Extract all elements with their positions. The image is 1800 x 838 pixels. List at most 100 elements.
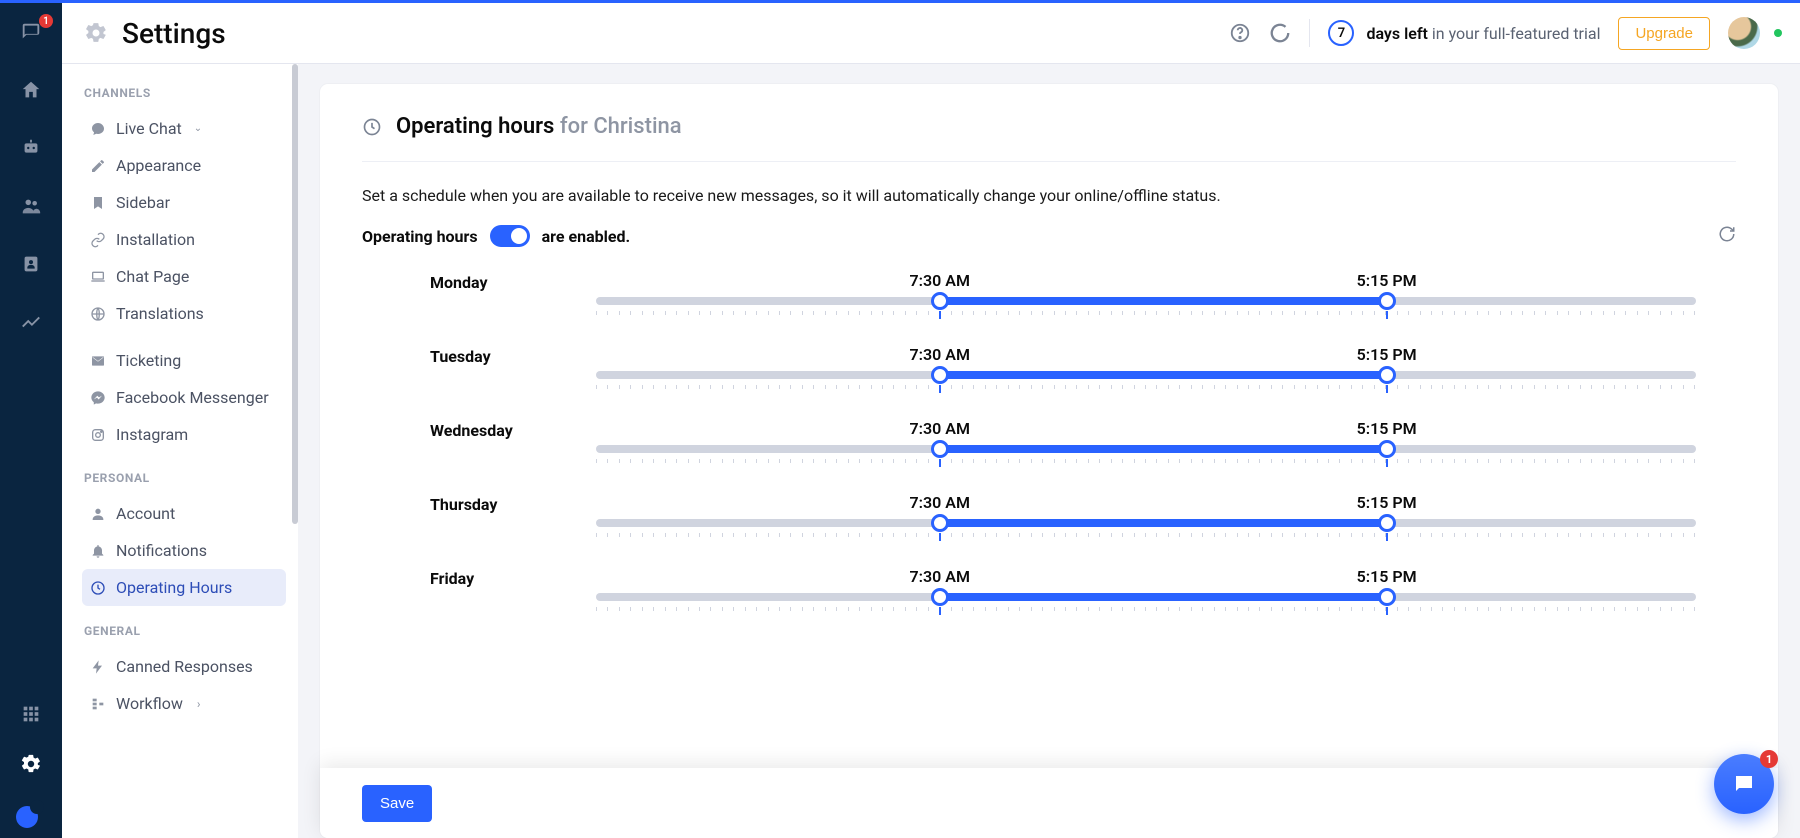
marker-end — [1386, 533, 1388, 541]
sidebar-item-label: Workflow — [116, 694, 183, 713]
chat-fab[interactable]: 1 — [1714, 754, 1774, 814]
sidebar-scrollbar-thumb[interactable] — [292, 64, 298, 524]
sidebar-scrollbar[interactable] — [292, 64, 300, 838]
sidebar-item-label: Operating Hours — [116, 578, 232, 597]
slider-fill — [940, 519, 1387, 527]
account-icon — [90, 506, 106, 522]
end-time: 5:15 PM — [1357, 493, 1417, 512]
time-rail: 7:30 AM 5:15 PM — [596, 421, 1696, 453]
sidebar-item-label: Sidebar — [116, 193, 170, 212]
sidebar-item-notifications[interactable]: Notifications — [82, 532, 286, 569]
brand-logo[interactable] — [16, 798, 46, 828]
sync-icon[interactable] — [1269, 22, 1291, 44]
schedule-list: Monday 7:30 AM 5:15 PM Tuesday 7:30 AM 5… — [362, 273, 1736, 838]
top-accent-bar — [0, 0, 1800, 3]
start-time: 7:30 AM — [910, 273, 970, 290]
clock-icon — [362, 117, 382, 137]
sidebar-item-canned[interactable]: Canned Responses — [82, 648, 286, 685]
start-time: 7:30 AM — [910, 567, 970, 586]
time-slider[interactable] — [596, 445, 1696, 453]
chat-fab-badge: 1 — [1760, 750, 1778, 768]
slider-handle-end[interactable] — [1378, 366, 1396, 384]
time-slider[interactable] — [596, 371, 1696, 379]
trial-text: days left in your full-featured trial — [1366, 24, 1600, 43]
people-icon[interactable] — [15, 190, 47, 222]
tick-row — [596, 311, 1696, 317]
refresh-icon[interactable] — [1718, 225, 1736, 247]
inbox-icon[interactable]: 1 — [15, 16, 47, 48]
settings-icon[interactable] — [15, 748, 47, 780]
main-header: Operating hours for Christina — [362, 114, 1736, 162]
sidebar-item-label: Live Chat — [116, 119, 182, 138]
slider-handle-start[interactable] — [931, 366, 949, 384]
day-label: Tuesday — [362, 347, 556, 366]
time-rail: 7:30 AM 5:15 PM — [596, 569, 1696, 601]
end-time: 5:15 PM — [1357, 567, 1417, 586]
marker-start — [939, 385, 941, 393]
trial-days-circle: 7 — [1328, 20, 1354, 46]
home-icon[interactable] — [15, 74, 47, 106]
sidebar-item-operating-hours[interactable]: Operating Hours — [82, 569, 286, 606]
bot-icon[interactable] — [15, 132, 47, 164]
sidebar-item-live-chat[interactable]: Live Chat ⌄ — [82, 110, 286, 147]
marker-end — [1386, 385, 1388, 393]
tick-row — [596, 533, 1696, 539]
sidebar-item-translations[interactable]: Translations — [82, 295, 286, 332]
day-label: Thursday — [362, 495, 556, 514]
sidebar-item-fb-messenger[interactable]: Facebook Messenger — [82, 379, 286, 416]
sidebar-item-instagram[interactable]: Instagram — [82, 416, 286, 453]
sidebar-item-label: Chat Page — [116, 267, 189, 286]
time-slider[interactable] — [596, 519, 1696, 527]
messenger-icon — [90, 390, 106, 406]
help-icon[interactable] — [1229, 22, 1251, 44]
slider-handle-end[interactable] — [1378, 514, 1396, 532]
chevron-right-icon: › — [197, 697, 201, 711]
contacts-icon[interactable] — [15, 248, 47, 280]
time-rail: 7:30 AM 5:15 PM — [596, 347, 1696, 379]
gear-icon — [84, 21, 108, 45]
main-panel: Operating hours for Christina Set a sche… — [320, 84, 1778, 838]
slider-handle-end[interactable] — [1378, 440, 1396, 458]
day-row: Monday 7:30 AM 5:15 PM — [362, 273, 1736, 305]
sidebar-item-workflow[interactable]: Workflow › — [82, 685, 286, 722]
marker-end — [1386, 459, 1388, 467]
save-button[interactable]: Save — [362, 785, 432, 822]
sidebar-item-chat-page[interactable]: Chat Page — [82, 258, 286, 295]
chevron-down-icon: ⌄ — [194, 123, 202, 134]
slider-handle-start[interactable] — [931, 514, 949, 532]
sidebar-header-channels: CHANNELS — [84, 86, 286, 100]
operating-hours-toggle[interactable] — [490, 225, 530, 247]
instagram-icon — [90, 427, 106, 443]
sidebar-item-installation[interactable]: Installation — [82, 221, 286, 258]
slider-handle-start[interactable] — [931, 588, 949, 606]
toggle-row: Operating hours are enabled. — [362, 225, 1736, 247]
sidebar-item-appearance[interactable]: Appearance — [82, 147, 286, 184]
start-time: 7:30 AM — [910, 345, 970, 364]
upgrade-button[interactable]: Upgrade — [1618, 17, 1710, 50]
workflow-icon — [90, 696, 106, 712]
slider-handle-end[interactable] — [1378, 292, 1396, 310]
slider-fill — [940, 371, 1387, 379]
start-time: 7:30 AM — [910, 493, 970, 512]
sidebar-item-sidebar[interactable]: Sidebar — [82, 184, 286, 221]
page-header: Settings 7 days left in your full-featur… — [62, 3, 1800, 64]
sidebar-item-ticketing[interactable]: Ticketing — [82, 342, 286, 379]
time-rail: 7:30 AM 5:15 PM — [596, 273, 1696, 305]
slider-handle-start[interactable] — [931, 292, 949, 310]
day-label: Monday — [362, 273, 556, 292]
tick-row — [596, 385, 1696, 391]
sidebar-header-general: GENERAL — [84, 624, 286, 638]
footer-bar: Save — [320, 768, 1778, 838]
slider-fill — [940, 445, 1387, 453]
analytics-icon[interactable] — [15, 306, 47, 338]
time-slider[interactable] — [596, 593, 1696, 601]
end-time: 5:15 PM — [1357, 273, 1417, 290]
apps-icon[interactable] — [15, 698, 47, 730]
main-title: Operating hours for Christina — [396, 114, 682, 139]
sidebar-item-account[interactable]: Account — [82, 495, 286, 532]
time-slider[interactable] — [596, 297, 1696, 305]
slider-handle-end[interactable] — [1378, 588, 1396, 606]
avatar[interactable] — [1728, 17, 1760, 49]
day-label: Wednesday — [362, 421, 556, 440]
slider-handle-start[interactable] — [931, 440, 949, 458]
